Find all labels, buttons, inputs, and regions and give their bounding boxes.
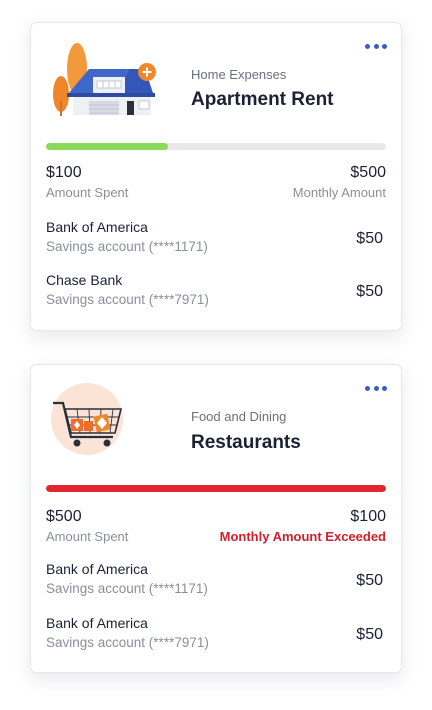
category-label: Home Expenses bbox=[191, 67, 287, 82]
shopping-cart-icon bbox=[47, 379, 127, 459]
monthly-amount-label: Monthly Amount bbox=[292, 185, 386, 200]
amount-spent-value: $100 bbox=[46, 164, 82, 181]
amount-spent-label: Amount Spent bbox=[46, 529, 129, 544]
progress-bar bbox=[46, 485, 386, 492]
account-amount: $50 bbox=[356, 283, 383, 300]
budget-title: Restaurants bbox=[191, 432, 301, 453]
monthly-amount: $100 Monthly Amount Exceeded bbox=[220, 508, 386, 544]
bank-name: Bank of America bbox=[46, 219, 148, 235]
amount-spent: $500 Amount Spent bbox=[46, 508, 128, 544]
budget-card-restaurants[interactable]: Food and Dining Restaurants $500 Amount … bbox=[30, 364, 402, 673]
monthly-amount-value: $500 bbox=[350, 164, 386, 181]
monthly-amount-exceeded-label: Monthly Amount Exceeded bbox=[219, 529, 386, 544]
amount-spent-value: $500 bbox=[46, 508, 82, 525]
account-amount: $50 bbox=[356, 626, 383, 643]
account-type: Savings account (****1171) bbox=[46, 239, 208, 254]
bank-name: Chase Bank bbox=[46, 272, 123, 288]
budget-title: Apartment Rent bbox=[191, 89, 334, 110]
amount-spent-label: Amount Spent bbox=[46, 185, 129, 200]
account-row[interactable]: Bank of America Savings account (****797… bbox=[46, 615, 386, 655]
budget-card-apartment-rent[interactable]: Home Expenses Apartment Rent $100 Amount… bbox=[30, 22, 402, 331]
account-type: Savings account (****7971) bbox=[46, 635, 209, 650]
house-with-trees-icon bbox=[47, 39, 157, 121]
account-type: Savings account (****7971) bbox=[46, 292, 209, 307]
category-label: Food and Dining bbox=[191, 409, 287, 424]
progress-bar-fill bbox=[46, 143, 169, 150]
account-type: Savings account (****1171) bbox=[46, 581, 208, 596]
monthly-amount: $500 Monthly Amount bbox=[293, 164, 386, 200]
account-row[interactable]: Bank of America Savings account (****117… bbox=[46, 219, 386, 259]
progress-bar bbox=[46, 143, 386, 150]
account-row[interactable]: Chase Bank Savings account (****7971) $5… bbox=[46, 272, 386, 312]
more-options-icon[interactable] bbox=[365, 42, 387, 50]
account-amount: $50 bbox=[356, 572, 383, 589]
bank-name: Bank of America bbox=[46, 615, 148, 631]
monthly-amount-value: $100 bbox=[350, 508, 386, 525]
amount-spent: $100 Amount Spent bbox=[46, 164, 128, 200]
account-amount: $50 bbox=[356, 230, 383, 247]
bank-name: Bank of America bbox=[46, 561, 148, 577]
more-options-icon[interactable] bbox=[365, 384, 387, 392]
progress-bar-fill bbox=[46, 485, 386, 492]
account-row[interactable]: Bank of America Savings account (****117… bbox=[46, 561, 386, 601]
